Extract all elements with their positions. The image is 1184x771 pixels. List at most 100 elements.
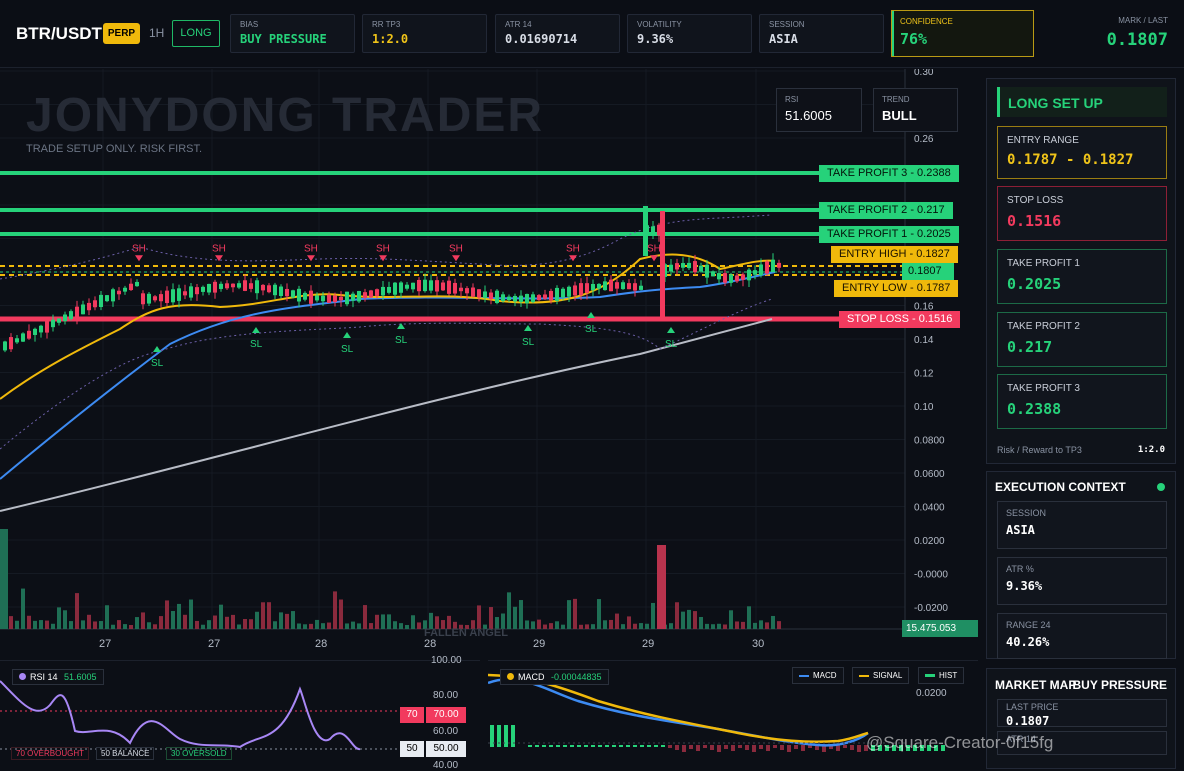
tp2-card[interactable]: TAKE PROFIT 2 0.217 xyxy=(997,312,1167,367)
x-tick-label: 29 xyxy=(642,638,654,650)
market-last-label: LAST PRICE xyxy=(1006,702,1059,712)
timeframe-label[interactable]: 1H xyxy=(149,26,164,40)
macd-key-signal-label: SIGNAL xyxy=(873,671,903,680)
candle-body xyxy=(225,283,229,289)
volume-bar xyxy=(117,620,121,629)
volume-bar xyxy=(297,623,301,629)
candle-body xyxy=(33,328,37,335)
volume-bar xyxy=(93,621,97,629)
macd-hist-bar xyxy=(689,745,693,749)
volume-bar xyxy=(255,611,259,629)
volume-bar xyxy=(135,617,139,629)
candle-body xyxy=(765,261,769,274)
volume-bar xyxy=(183,614,187,629)
y-tick-label: 0.12 xyxy=(914,369,934,380)
symbol-title[interactable]: BTR/USDT xyxy=(16,24,102,44)
macd-hist-bar xyxy=(745,745,749,750)
tp1-card[interactable]: TAKE PROFIT 1 0.2025 xyxy=(997,249,1167,304)
last-price-label: 0.1807 xyxy=(902,263,954,280)
volume-bar xyxy=(633,623,637,629)
swing-high-marker: SH xyxy=(132,243,146,254)
candle-body xyxy=(717,273,721,280)
rsi-tag-50a: 50 xyxy=(400,741,424,757)
tp3-card-label: TAKE PROFIT 3 xyxy=(1007,383,1080,394)
volume-bar xyxy=(711,624,715,629)
volume-bar xyxy=(549,623,553,629)
entry-range-card[interactable]: ENTRY RANGE 0.1787 - 0.1827 xyxy=(997,126,1167,179)
hist-icon xyxy=(925,674,935,678)
volume-bar xyxy=(189,599,193,629)
macd-hist-bar xyxy=(787,745,791,752)
volume-bar xyxy=(687,609,691,629)
volume-bar xyxy=(123,624,127,629)
long-badge[interactable]: LONG xyxy=(172,20,220,47)
macd-hist-bar xyxy=(654,745,658,747)
rr-value: 1:2.0 xyxy=(372,32,409,46)
swing-high-marker: SH xyxy=(449,243,463,254)
candle-body xyxy=(531,294,535,303)
tp3-card[interactable]: TAKE PROFIT 3 0.2388 xyxy=(997,374,1167,429)
entry-low-label: ENTRY LOW - 0.1787 xyxy=(834,280,959,297)
volume-bar xyxy=(729,610,733,629)
price-chart[interactable]: 0.300.280.260.240.220.200.180.160.140.12… xyxy=(0,69,978,659)
candle-body xyxy=(465,288,469,294)
volume-bar xyxy=(735,621,739,629)
rsi-value: 51.6005 xyxy=(64,672,97,682)
volume-bar xyxy=(675,602,679,629)
candle-body xyxy=(393,282,397,295)
candle-body xyxy=(501,294,505,302)
volume-bar xyxy=(261,602,265,629)
stop-loss-card[interactable]: STOP LOSS 0.1516 xyxy=(997,186,1167,241)
execution-title: EXECUTION CONTEXT xyxy=(995,480,1126,494)
volume-bar xyxy=(363,605,367,629)
candle-body xyxy=(345,291,349,305)
exec-atr: ATR % 9.36% xyxy=(997,557,1167,605)
rr-footer-label: Risk / Reward to TP3 xyxy=(997,445,1082,455)
volume-bar xyxy=(771,615,775,629)
volume-bar xyxy=(309,623,313,629)
rsi-panel[interactable]: RSI 14 51.6005 70 OVERBOUGHT 50 BALANCE … xyxy=(0,655,480,771)
candle-body xyxy=(327,294,331,303)
candle-body xyxy=(315,295,319,301)
rsi-tag-70b: 70.00 xyxy=(426,707,466,723)
exec-range: RANGE 24 40.26% xyxy=(997,613,1167,659)
candle-body xyxy=(297,288,301,302)
bias-value: BUY PRESSURE xyxy=(240,32,327,46)
volume-bar xyxy=(669,623,673,629)
rsi-balance: 50 BALANCE xyxy=(96,747,155,760)
tp1-card-label: TAKE PROFIT 1 xyxy=(1007,258,1080,269)
candle-body xyxy=(231,283,235,288)
candle-body xyxy=(429,280,433,291)
x-tick-label: 29 xyxy=(533,638,545,650)
candle-body xyxy=(261,284,265,291)
chart-canvas[interactable]: 0.300.280.260.240.220.200.180.160.140.12… xyxy=(0,69,978,659)
swing-high-marker: SH xyxy=(376,243,390,254)
y-tick-label: -0.0000 xyxy=(914,570,948,581)
volume-bar xyxy=(579,624,583,629)
candle-body xyxy=(669,264,673,272)
macd-panel[interactable]: MACD -0.00044835 MACD SIGNAL HIST 0.0200… xyxy=(488,660,1053,769)
trend-box-value: BULL xyxy=(882,108,917,123)
macd-hist-bar xyxy=(731,745,735,751)
y-tick-label: 0.0200 xyxy=(914,536,945,547)
candle-body xyxy=(729,274,733,283)
candle-body xyxy=(705,264,709,278)
volume-bar xyxy=(639,623,643,629)
swing-high-marker: SH xyxy=(647,243,661,254)
macd-tick: 0.0200 xyxy=(916,688,947,699)
candle-body xyxy=(699,265,703,272)
swing-low-marker: SL xyxy=(395,335,408,346)
candle-body xyxy=(9,337,13,350)
candle-body xyxy=(735,275,739,282)
volume-bar xyxy=(81,620,85,629)
macd-hist-bar xyxy=(696,745,700,751)
confidence-value: 76% xyxy=(900,30,928,48)
y-tick-label: 0.0400 xyxy=(914,503,945,514)
swing-low-marker: SL xyxy=(665,339,678,350)
volume-bar xyxy=(351,621,355,629)
macd-hist-bar xyxy=(549,745,553,747)
volume-bar xyxy=(0,529,8,629)
candle-body xyxy=(45,319,49,333)
macd-title: MACD xyxy=(518,672,545,682)
swing-high-marker: SH xyxy=(304,243,318,254)
